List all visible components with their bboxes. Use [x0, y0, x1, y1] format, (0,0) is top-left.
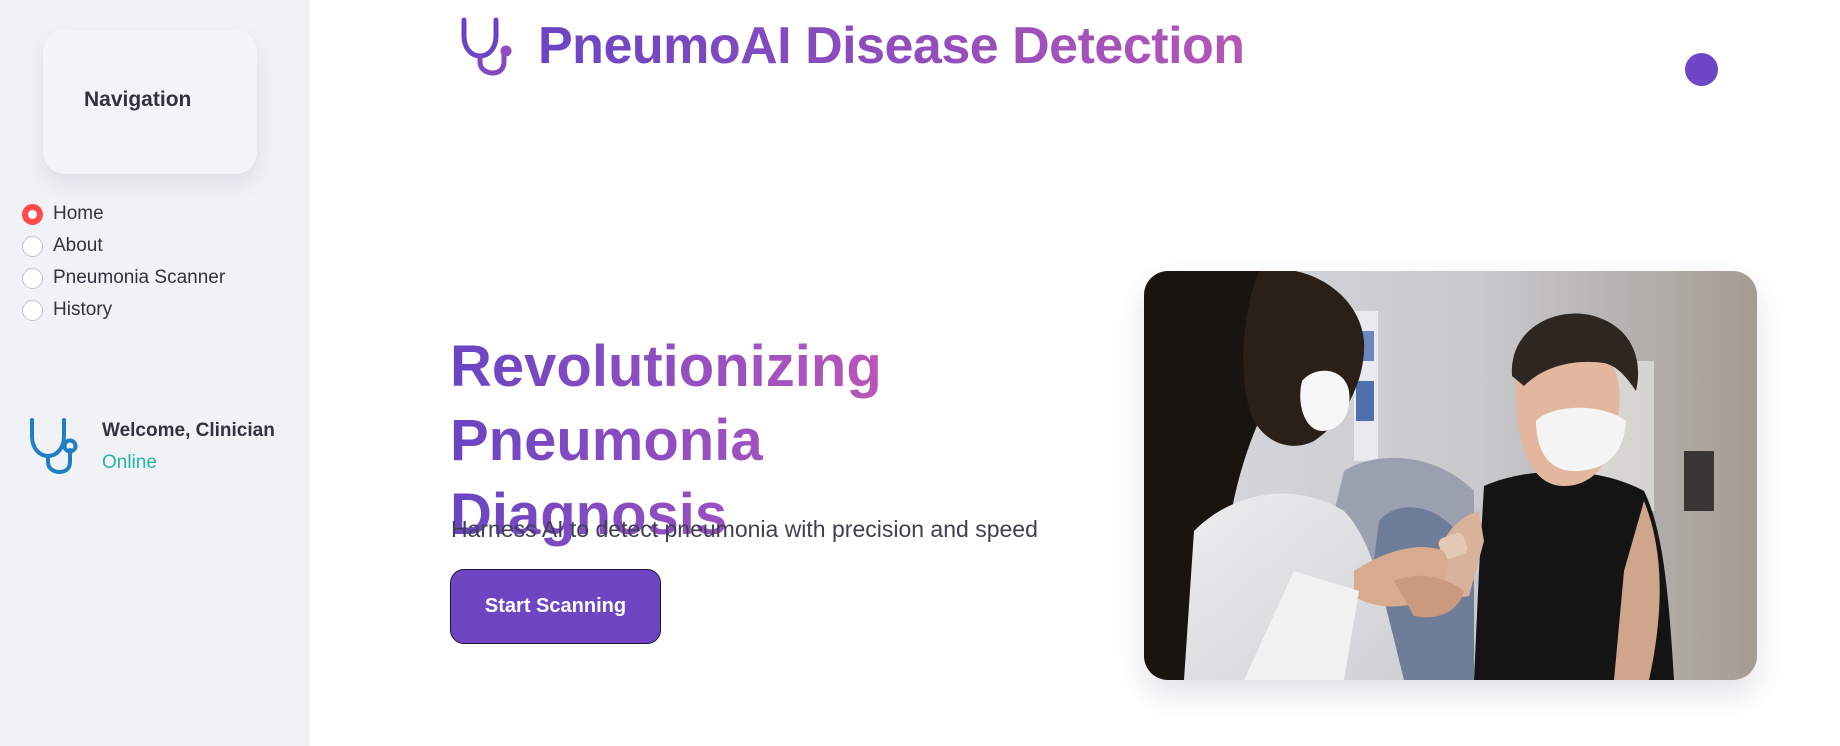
page-title: PneumoAI Disease Detection — [538, 14, 1245, 78]
stethoscope-icon — [461, 17, 512, 76]
nav-option-label: Home — [53, 203, 104, 224]
sidebar: Navigation Home About Pneumonia Scanner … — [0, 0, 310, 746]
nav-option-label: About — [53, 235, 103, 256]
nav-option-about[interactable]: About — [22, 230, 225, 262]
radio-unselected-icon[interactable] — [22, 235, 43, 257]
hero-image — [1144, 271, 1757, 680]
hero-subtitle: Harness AI to detect pneumonia with prec… — [451, 516, 1038, 542]
online-status: Online — [102, 452, 157, 473]
nav-option-label: History — [53, 299, 113, 320]
welcome-panel: Welcome, Clinician Online — [26, 416, 275, 474]
radio-unselected-icon[interactable] — [22, 299, 43, 321]
radio-unselected-icon[interactable] — [22, 267, 43, 289]
nav-option-label: Pneumonia Scanner — [53, 267, 226, 288]
navigation-title: Navigation — [84, 88, 192, 111]
stethoscope-icon — [30, 418, 78, 474]
nav-option-pneumonia-scanner[interactable]: Pneumonia Scanner — [22, 262, 225, 294]
radio-selected-icon[interactable] — [22, 203, 43, 225]
hero-title-line-1: Revolutionizing — [450, 334, 882, 399]
nav-option-history[interactable]: History — [22, 294, 225, 326]
nav-option-home[interactable]: Home — [22, 198, 225, 230]
start-scanning-button[interactable]: Start Scanning — [450, 569, 661, 644]
navigation-card: Navigation — [43, 30, 257, 174]
doctor-vaccinating-patient-photo — [1144, 271, 1757, 680]
app-header: PneumoAI Disease Detection — [456, 14, 1245, 78]
welcome-name: Welcome, Clinician — [102, 420, 275, 441]
navigation-radio-group: Home About Pneumonia Scanner History — [22, 198, 225, 326]
status-indicator-dot — [1685, 53, 1718, 86]
